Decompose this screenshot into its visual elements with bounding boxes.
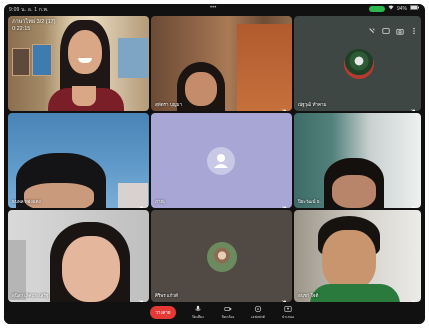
participant-tile-p4[interactable]: ธนพล ทองแดง [8,113,149,208]
camera-toggle-label: ปิดกล้อง [221,315,235,319]
mic-off-icon [411,293,417,302]
participant-tile-p5[interactable]: ภาณุ [151,113,292,208]
mic-off-icon [282,199,288,208]
mic-off-icon [411,199,417,208]
status-time: 9:09 น. อ. 1 ก.พ. [9,7,49,13]
status-bar: 9:09 น. อ. 1 ก.พ. ••• 94% [4,4,425,14]
mic-off-icon [411,102,417,111]
present-button[interactable]: นำเสนอ [276,305,300,320]
mic-in-use-indicator [368,5,385,12]
participant-name: สุนิสา เลิศประเสริฐ [12,293,49,298]
effects-label: เอฟเฟกต์ [251,315,265,319]
participant-name: ภาณุ [155,199,165,204]
camera-icon [224,307,232,311]
meeting-title[interactable]: ภาษาไทย 3/2 (17) [12,19,56,26]
mic-toggle-label: ปิดเสียง [192,315,204,319]
status-icons: 94% [368,5,419,12]
microphone-icon [195,305,201,311]
participant-tile-p1[interactable]: ภาษาไทย 3/2 (17) 0:22:15 [8,16,149,111]
mic-off-icon [282,293,288,302]
participant-avatar-photo [344,49,374,79]
end-call-button[interactable]: วางสาย [150,306,176,319]
participant-name: อนุชา ใจดี [298,293,319,298]
present-screen-icon [284,306,292,312]
participant-tile-p9[interactable]: อนุชา ใจดี [294,210,421,302]
mic-off-icon [139,199,145,208]
meeting-header: ภาษาไทย 3/2 (17) 0:22:15 [12,19,56,33]
present-label: นำเสนอ [281,315,295,319]
camera-switch-icon[interactable] [396,22,404,35]
effects-icon [254,305,262,313]
participant-avatar-photo [207,242,237,272]
battery-level: 94% [396,5,407,12]
camera-toggle-button[interactable]: ปิดกล้อง [216,305,240,320]
wifi-icon [388,5,394,12]
participant-name: ศิริพร แก้วดี [155,293,178,298]
hand-raise-icon[interactable] [368,22,376,33]
participant-tile-p6[interactable]: ปิยะวัฒน์ ธ. [294,113,421,208]
participant-name: ปิยะวัฒน์ ธ. [298,199,321,204]
captions-icon[interactable] [382,22,390,34]
more-dots-icon: ••• [210,5,217,11]
effects-button[interactable]: เอฟเฟกต์ [246,305,270,320]
default-avatar-icon [207,147,235,175]
meet-app-window: 9:09 น. อ. 1 ก.พ. ••• 94% ภาษาไทย 3/2 (1… [4,4,425,324]
top-right-actions [368,22,418,35]
participant-tile-p2[interactable]: สุพัตรา บุญมา [151,16,292,111]
mic-off-icon [282,102,288,111]
mic-off-icon [139,293,145,302]
participant-name: สุพัตรา บุญมา [155,102,183,107]
more-options-icon[interactable] [410,22,418,35]
participant-tile-p3[interactable]: ณัฐวุฒิ ทำคาม [294,16,421,111]
participant-tile-p7[interactable]: สุนิสา เลิศประเสริฐ [8,210,149,302]
participant-name: ธนพล ทองแดง [12,199,41,204]
mic-toggle-button[interactable]: ปิดเสียง [186,305,210,320]
participant-tile-p8[interactable]: ศิริพร แก้วดี [151,210,292,302]
participant-name: ณัฐวุฒิ ทำคาม [298,102,327,107]
call-controls-bar: วางสาย ปิดเสียง ปิดกล้อง เอฟเฟกต์ นำเสนอ [4,302,425,324]
battery-icon [410,5,419,12]
meeting-elapsed-time: 0:22:15 [12,26,31,32]
